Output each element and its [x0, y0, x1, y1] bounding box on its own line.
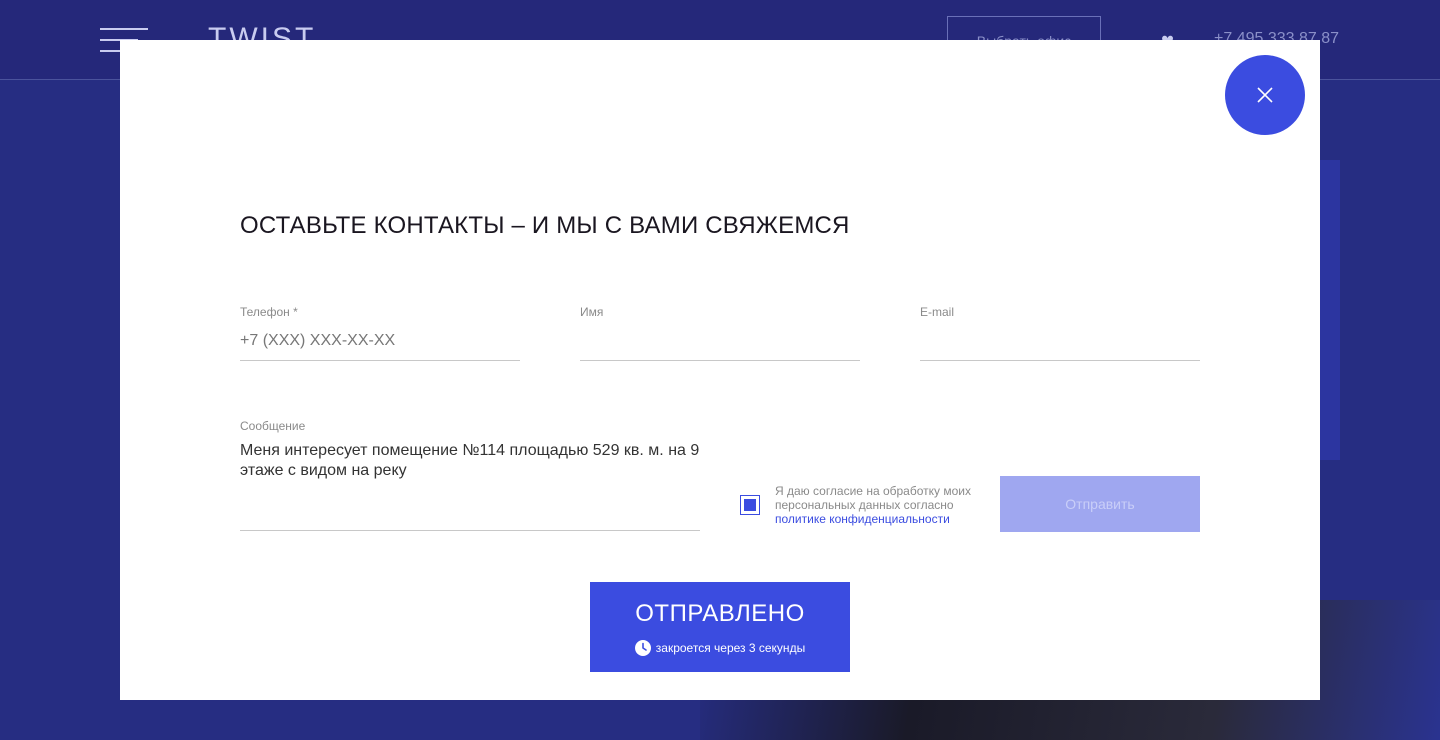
name-field: Имя [580, 305, 860, 363]
consent-text: Я даю согласие на обработку моих персона… [775, 484, 990, 526]
sent-subtitle: закроется через 3 секунды [655, 641, 806, 655]
consent-label: Я даю согласие на обработку моих персона… [775, 484, 971, 512]
message-label: Сообщение [240, 419, 306, 433]
name-input[interactable] [580, 321, 860, 361]
privacy-policy-link[interactable]: политике конфиденциальности [775, 512, 950, 526]
phone-label: Телефон * [240, 305, 298, 319]
name-label: Имя [580, 305, 604, 319]
close-modal-button[interactable] [1225, 55, 1305, 135]
modal-title: ОСТАВЬТЕ КОНТАКТЫ – И МЫ С ВАМИ СВЯЖЕМСЯ [240, 212, 850, 239]
email-label: E-mail [920, 305, 955, 319]
consent-checkbox[interactable] [740, 495, 760, 515]
clock-icon [634, 640, 651, 656]
background-panel [1320, 160, 1340, 460]
checkbox-check-icon [744, 499, 756, 511]
email-field: E-mail [920, 305, 1200, 363]
consent-block: Я даю согласие на обработку моих персона… [740, 484, 990, 534]
sent-subtitle-row: закроется через 3 секунды [590, 640, 850, 656]
sent-title: ОТПРАВЛЕНО [635, 600, 805, 627]
message-field: Сообщение Меня интересует помещение №114… [240, 419, 700, 532]
email-input[interactable] [920, 321, 1200, 361]
message-input[interactable]: Меня интересует помещение №114 площадью … [240, 441, 700, 531]
phone-input[interactable] [240, 321, 520, 361]
close-icon [1257, 87, 1273, 103]
contact-modal: ОСТАВЬТЕ КОНТАКТЫ – И МЫ С ВАМИ СВЯЖЕМСЯ… [120, 40, 1320, 700]
submit-button[interactable]: Отправить [1000, 476, 1200, 532]
phone-field: Телефон * [240, 305, 520, 363]
sent-notification: ОТПРАВЛЕНО закроется через 3 секунды [590, 582, 850, 672]
